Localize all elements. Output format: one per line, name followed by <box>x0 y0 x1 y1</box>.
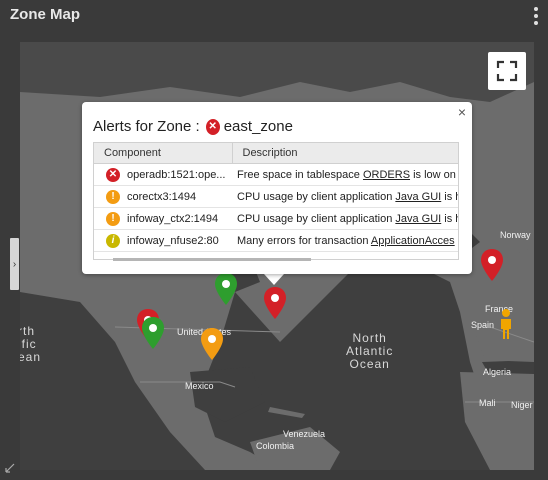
description-link[interactable]: ApplicationAcces <box>371 235 455 247</box>
component-name: infoway_nfuse2:80 <box>127 234 219 247</box>
popup-title: Alerts for Zone : ✕ east_zone <box>93 118 293 135</box>
place-label-mexico: Mexico <box>185 381 214 391</box>
description-link[interactable]: ORDERS <box>363 169 410 181</box>
critical-x-icon: ✕ <box>205 118 220 135</box>
zone-alerts-popup: × Alerts for Zone : ✕ east_zone Componen… <box>82 102 472 274</box>
place-label-algeria: Algeria <box>483 367 512 377</box>
table-row[interactable]: ✕ operadb:1521:ope... Free space in table… <box>94 163 458 186</box>
fullscreen-icon <box>496 60 518 82</box>
zone-marker-critical-east[interactable] <box>263 286 287 320</box>
ocean-label-north-pacific: rth ific ean <box>20 324 42 364</box>
place-label-mali: Mali <box>479 398 496 408</box>
table-row[interactable]: ! infoway_ctx2:1494 CPU usage by client a… <box>94 207 458 230</box>
critical-x-icon: ✕ <box>106 167 120 182</box>
resize-handle-icon[interactable] <box>5 463 15 473</box>
fullscreen-button[interactable] <box>488 52 526 90</box>
alert-description: CPU usage by client application Java GUI… <box>232 185 458 208</box>
column-header-component[interactable]: Component <box>94 143 233 164</box>
place-label-colombia: Colombia <box>256 441 295 451</box>
info-icon: i <box>106 233 120 248</box>
component-name: corectx3:1494 <box>127 190 197 203</box>
popup-title-prefix: Alerts for Zone : <box>93 118 200 135</box>
side-panel-toggle[interactable]: › <box>10 238 19 290</box>
table-row[interactable]: ! corectx3:1494 CPU usage by client appli… <box>94 185 458 208</box>
close-icon[interactable]: × <box>458 104 466 120</box>
place-label-venezuela: Venezuela <box>283 429 326 439</box>
alerts-table[interactable]: Component Description ✕ operadb:1521:ope.… <box>93 142 459 260</box>
table-header-row: Component Description <box>94 143 458 164</box>
description-link[interactable]: Java GUI <box>395 213 441 225</box>
zone-marker-ok-canada[interactable] <box>214 272 238 306</box>
horizontal-scrollbar[interactable] <box>93 258 459 262</box>
zone-marker-critical-europe[interactable] <box>480 248 504 282</box>
ocean-label-north-atlantic: North Atlantic Ocean <box>346 331 394 371</box>
place-label-norway: Norway <box>500 230 531 240</box>
alert-description: CPU usage by client application Java GUI… <box>232 207 458 230</box>
zone-name: east_zone <box>223 118 293 135</box>
popup-pointer <box>264 274 284 285</box>
warning-exclamation-icon: ! <box>106 189 120 204</box>
table-row[interactable]: i infoway_nfuse2:80 Many errors for trans… <box>94 229 458 252</box>
scrollbar-thumb[interactable] <box>113 258 311 261</box>
warning-exclamation-icon: ! <box>106 211 120 226</box>
zone-marker-warning-central[interactable] <box>200 327 224 361</box>
component-name: infoway_ctx2:1494 <box>127 212 219 225</box>
column-header-description[interactable]: Description <box>232 143 458 164</box>
component-name: operadb:1521:ope... <box>127 168 226 181</box>
alert-description: Free space in tablespace ORDERS is low o… <box>232 163 458 186</box>
alert-description: Many errors for transaction ApplicationA… <box>232 229 458 252</box>
widget-title: Zone Map <box>10 6 80 23</box>
zone-marker-ok-west[interactable] <box>141 316 165 350</box>
widget-header: Zone Map <box>0 0 548 34</box>
description-link[interactable]: Java GUI <box>395 191 441 203</box>
pegman-icon[interactable] <box>497 308 515 340</box>
place-label-spain: Spain <box>471 320 495 330</box>
more-options-icon[interactable] <box>532 7 540 25</box>
place-label-niger: Niger <box>511 400 533 410</box>
